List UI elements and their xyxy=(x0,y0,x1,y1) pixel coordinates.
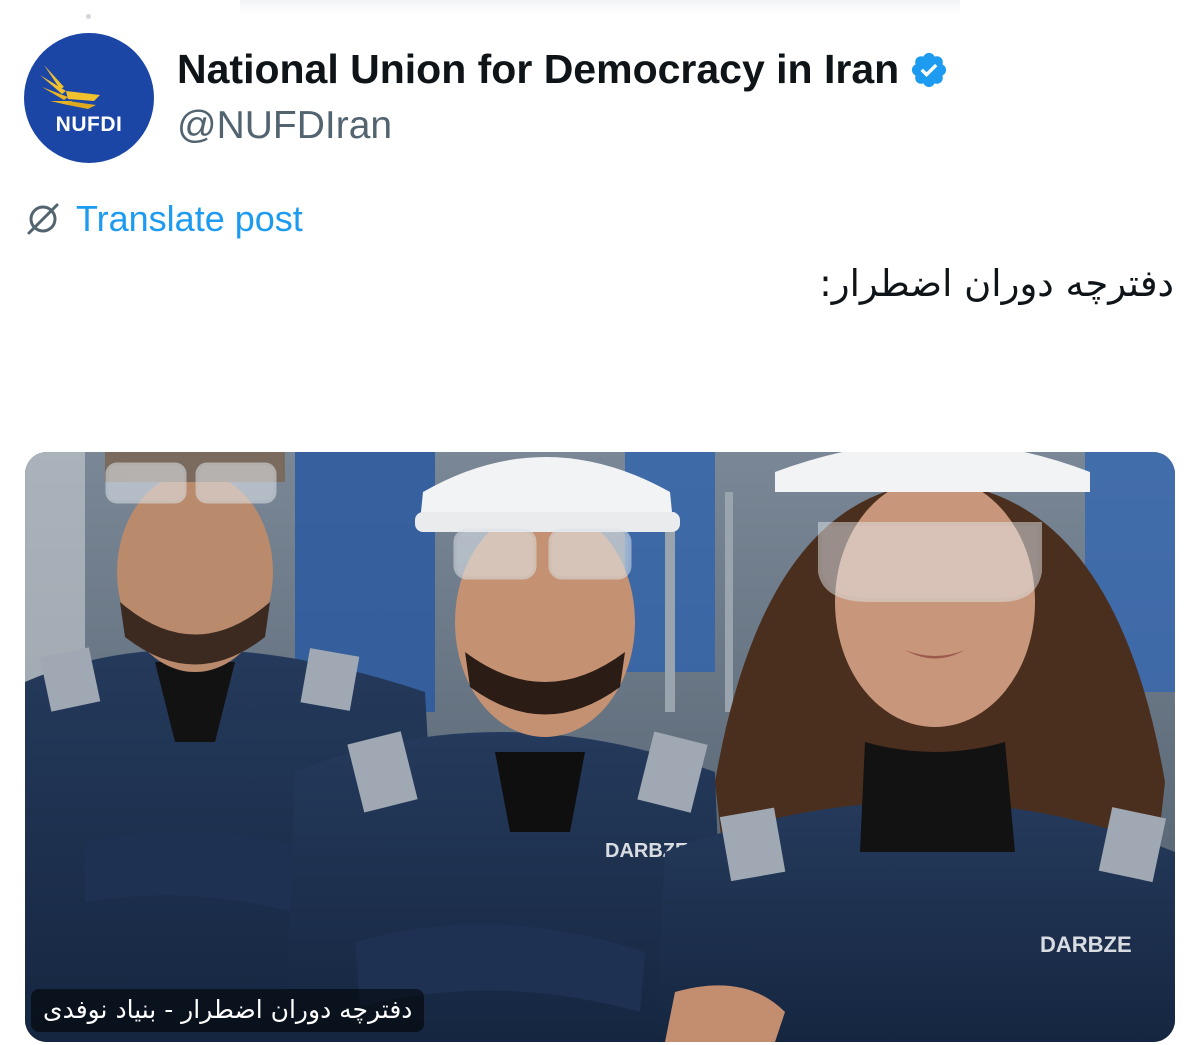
account-handle[interactable]: @NUFDIran xyxy=(177,104,392,148)
post-text: دفترچه دوران اضطرار: xyxy=(819,262,1174,305)
avatar-logo-text: NUFDI xyxy=(55,113,123,136)
nufdi-logo-icon xyxy=(40,65,100,109)
translate-post-label[interactable]: Translate post xyxy=(76,198,303,240)
top-edge-strip xyxy=(240,0,960,14)
top-edge-dot xyxy=(86,14,91,19)
image-caption: دفترچه دوران اضطرار - بنیاد نوفدی xyxy=(31,989,425,1032)
post-image[interactable]: DARBZE DARBZE دفترچه دوران اضطرار - بنیا… xyxy=(25,452,1175,1042)
uniform-badge-text: DARBZE xyxy=(1040,932,1132,957)
avatar[interactable]: NUFDI xyxy=(24,33,154,163)
translate-post-link[interactable]: Translate post xyxy=(24,198,303,240)
workers-photo: DARBZE DARBZE xyxy=(25,452,1175,1042)
verified-badge-icon xyxy=(912,52,947,87)
display-name[interactable]: National Union for Democracy in Iran xyxy=(177,46,899,93)
display-name-row[interactable]: National Union for Democracy in Iran xyxy=(177,46,949,93)
globe-slash-icon xyxy=(27,203,59,235)
